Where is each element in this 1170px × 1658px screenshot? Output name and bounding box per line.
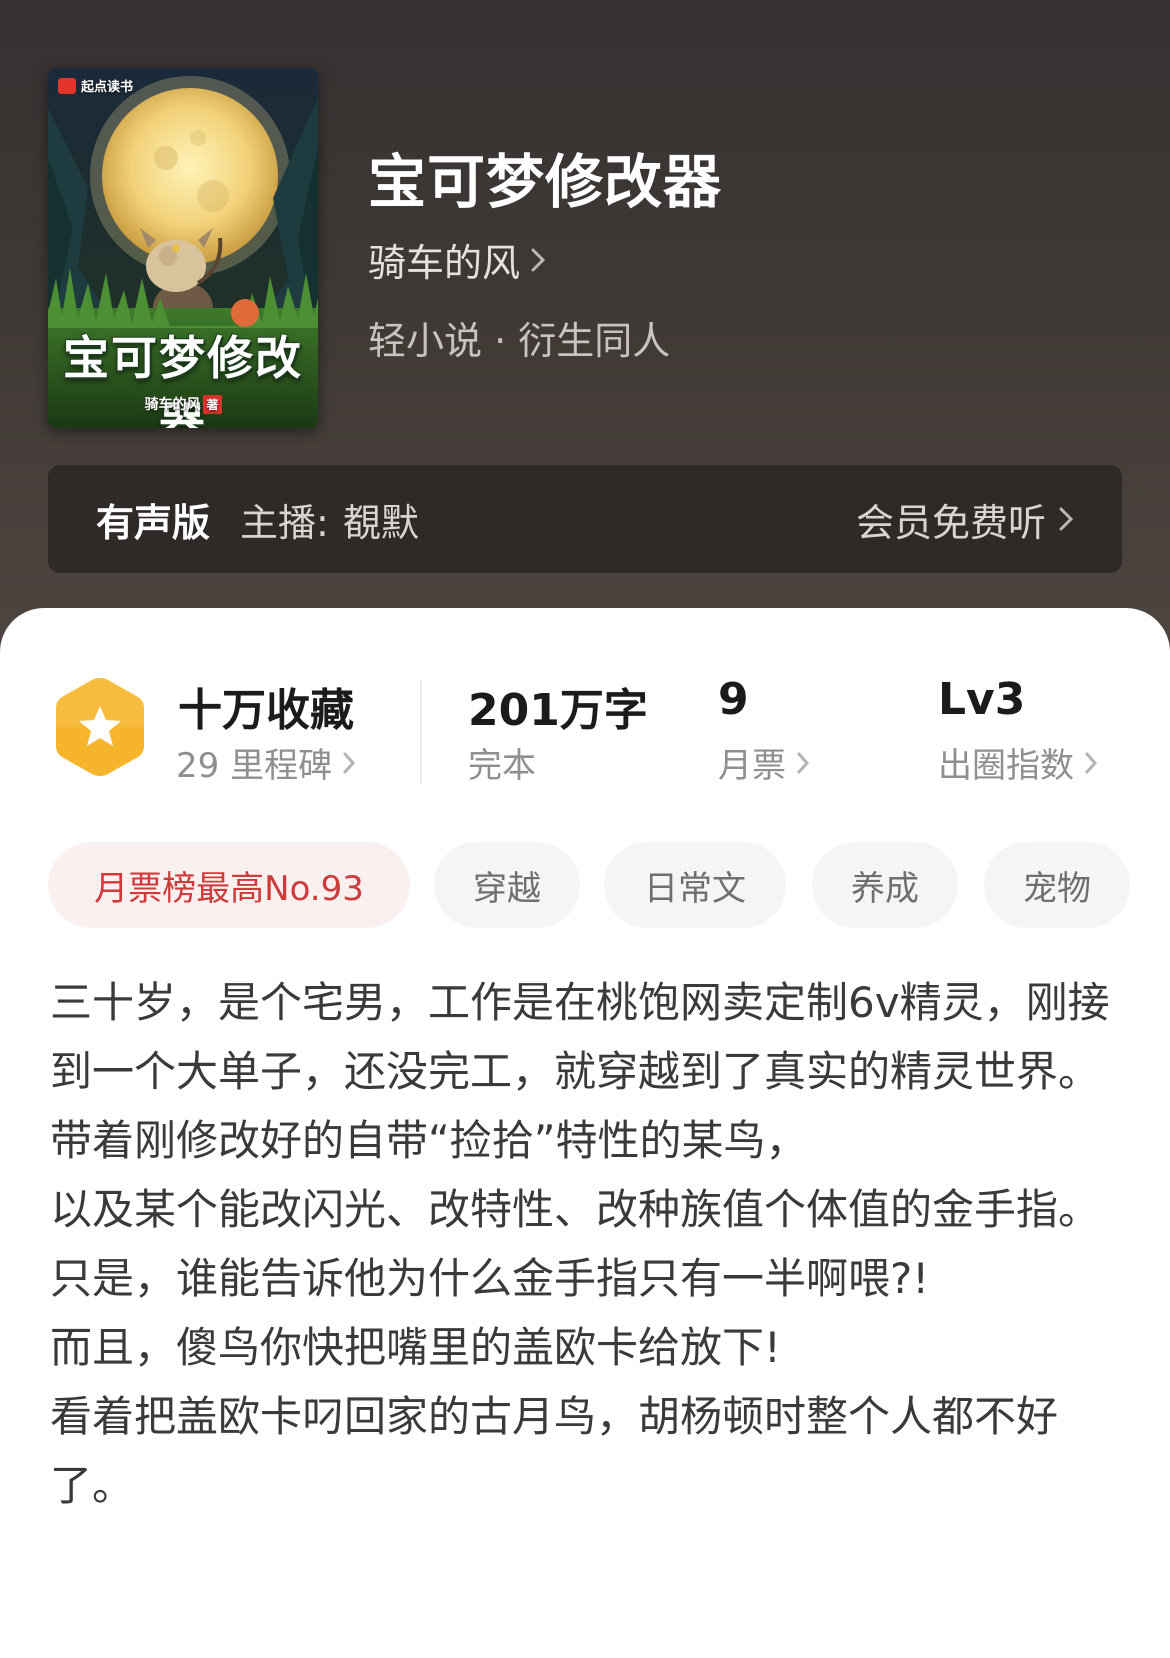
tag-raising[interactable]: 养成 <box>812 842 958 928</box>
book-title: 宝可梦修改器 <box>368 148 723 216</box>
monthly-ticket-count: 9 <box>718 674 749 725</box>
book-author-link[interactable]: 骑车的风 <box>368 232 546 287</box>
popularity-index-link[interactable]: 出圈指数 <box>938 738 1098 787</box>
milestone-link[interactable]: 29 里程碑 <box>176 738 356 787</box>
chevron-right-icon <box>531 248 546 271</box>
chevron-right-icon <box>797 752 810 773</box>
description-line: 只是，谁能告诉他为什么金手指只有一半啊喂?! <box>50 1254 930 1303</box>
audio-version-bar[interactable]: 有声版 主播: 覩默 会员免费听 <box>48 465 1122 573</box>
description-line: 带着刚修改好的自带“捡拾”特性的某鸟， <box>50 1116 808 1165</box>
monthly-ticket-link[interactable]: 月票 <box>718 738 810 787</box>
star-badge-icon <box>56 678 144 776</box>
stats-row: 十万收藏 29 里程碑 201万字 完本 9 月票 Lv3 出圈指数 <box>0 668 1170 788</box>
description-line: 看着把盖欧卡叼回家的古月鸟，胡杨顿时整个人都不好了。 <box>50 1392 1059 1510</box>
cover-author: 骑车的风著 <box>48 394 318 414</box>
cover-brand-text: 起点读书 <box>81 80 134 95</box>
monthly-ticket-label: 月票 <box>718 746 786 786</box>
description-line: 三十岁，是个宅男，工作是在桃饱网卖定制6v精灵，刚接到一个大单子，还没完工，就穿… <box>50 978 1110 1096</box>
audio-host-name: 覩默 <box>342 500 419 545</box>
description-line: 而且，傻鸟你快把嘴里的盖欧卡给放下! <box>50 1323 781 1372</box>
audio-cta-text: 会员免费听 <box>855 500 1046 545</box>
word-count: 201万字 <box>468 685 648 736</box>
chevron-right-icon <box>1059 507 1074 531</box>
book-header: 起点读书 宝可梦修改器 骑车的风著 宝可梦修改器 骑车的风 轻小说 · 衍生同人… <box>0 0 1170 660</box>
description-line: 以及某个能改闪光、改特性、改种族值个体值的金手指。 <box>50 1185 1101 1234</box>
cover-brand: 起点读书 <box>58 76 133 95</box>
book-detail-card: 十万收藏 29 里程碑 201万字 完本 9 月票 Lv3 出圈指数 月票榜最高… <box>0 608 1170 1658</box>
cover-author-suffix: 著 <box>203 395 222 414</box>
book-genre: 轻小说 · 衍生同人 <box>368 319 671 363</box>
tag-rank[interactable]: 月票榜最高No.93 <box>48 842 410 928</box>
tag-time-travel[interactable]: 穿越 <box>434 842 580 928</box>
popularity-index-label: 出圈指数 <box>938 746 1074 786</box>
completion-status: 完本 <box>468 746 536 786</box>
book-author-name: 骑车的风 <box>368 241 521 285</box>
audio-host-label: 主播: <box>240 500 329 545</box>
milestone-text: 29 里程碑 <box>176 746 333 786</box>
book-description: 三十岁，是个宅男，工作是在桃饱网卖定制6v精灵，刚接到一个大单子，还没完工，就穿… <box>50 968 1130 1520</box>
tag-pets[interactable]: 宠物 <box>984 842 1130 928</box>
popularity-level: Lv3 <box>938 674 1026 725</box>
stats-divider <box>420 680 422 784</box>
tag-daily-life[interactable]: 日常文 <box>604 842 786 928</box>
qidian-logo-icon <box>58 77 76 94</box>
cover-author-name: 骑车的风 <box>144 397 201 413</box>
chevron-right-icon <box>1085 752 1098 773</box>
collect-count: 十万收藏 <box>178 685 354 736</box>
audio-free-listen-button[interactable]: 会员免费听 <box>856 492 1074 547</box>
audio-label: 有声版 <box>96 500 211 545</box>
book-cover[interactable]: 起点读书 宝可梦修改器 骑车的风著 <box>48 68 318 428</box>
chevron-right-icon <box>343 752 356 773</box>
